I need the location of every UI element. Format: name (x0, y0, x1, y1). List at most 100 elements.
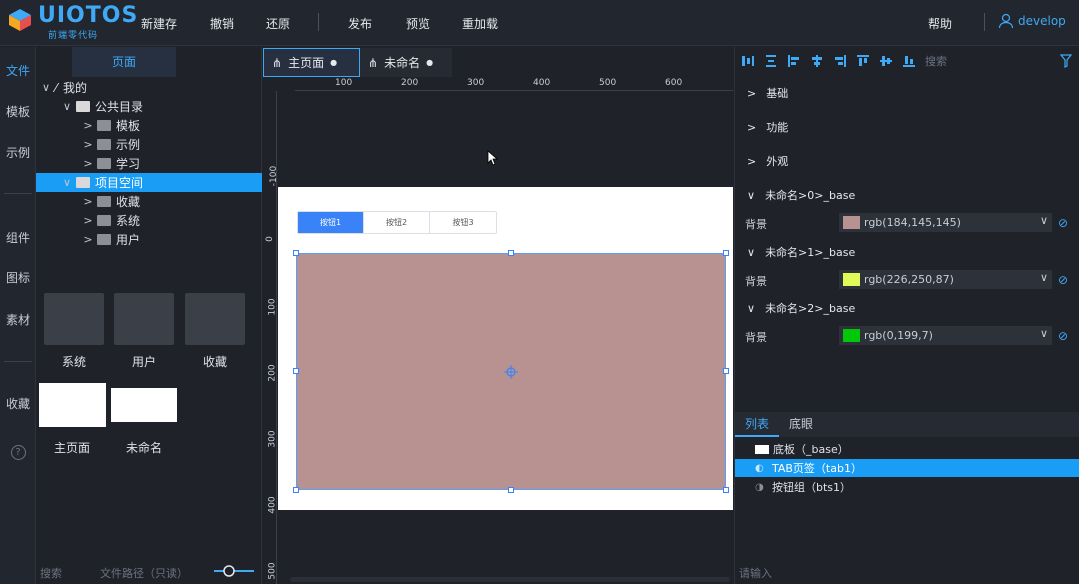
link-icon[interactable]: ⊘ (1058, 329, 1068, 343)
tab-pages[interactable]: 页面 (72, 47, 176, 77)
new-save-button[interactable]: 新建存 (141, 15, 177, 32)
property-search-input[interactable]: 搜索 (925, 53, 947, 69)
resize-handle[interactable] (723, 487, 729, 493)
color-picker-field[interactable]: rgb(184,145,145) ∨ (839, 213, 1052, 232)
zoom-slider[interactable] (214, 565, 254, 577)
tree-item[interactable]: > 模板 (36, 116, 262, 135)
link-icon[interactable]: ⊘ (1058, 273, 1068, 287)
tree-item[interactable]: > 学习 (36, 154, 262, 173)
chevron-down-icon[interactable]: ∨ (40, 81, 52, 94)
ruler-tick: -100 (269, 165, 280, 187)
chevron-down-icon[interactable]: ∨ (1040, 214, 1048, 227)
chevron-right-icon[interactable]: > (82, 233, 94, 246)
align-top-icon[interactable] (856, 54, 870, 68)
section-function[interactable]: > 功能 (747, 119, 788, 135)
section-appearance[interactable]: > 外观 (747, 153, 788, 169)
prop-group-1[interactable]: ∨ 未命名>1>_base (747, 244, 855, 260)
resize-handle[interactable] (508, 250, 514, 256)
chevron-right-icon[interactable]: > (82, 138, 94, 151)
rail-item-files[interactable]: 文件 (0, 62, 36, 79)
align-center-h-icon[interactable] (810, 54, 824, 68)
tab-list[interactable]: 列表 (735, 412, 779, 437)
chevron-down-icon[interactable]: ∨ (61, 100, 73, 113)
align-left-edge-icon[interactable] (787, 54, 801, 68)
tree-item[interactable]: ∨ ⁄ 我的 (36, 78, 262, 97)
resize-handle[interactable] (508, 487, 514, 493)
layer-row-bts1[interactable]: ◑ 按钮组（bts1） (735, 478, 1079, 496)
folder-label-favorites: 收藏 (202, 355, 227, 369)
tab-bottom-view[interactable]: 底眼 (779, 412, 823, 437)
rail-item-favorites[interactable]: 收藏 (0, 395, 36, 412)
search-input[interactable]: 搜索 (40, 565, 62, 581)
chevron-right-icon[interactable]: > (82, 119, 94, 132)
user-menu[interactable]: develop (998, 13, 1066, 29)
folder-thumb-user[interactable] (114, 293, 174, 345)
tree-item[interactable]: > 收藏 (36, 192, 262, 211)
layer-search-input[interactable]: 请输入 (739, 565, 772, 581)
chevron-down-icon[interactable]: ∨ (61, 176, 73, 189)
horizontal-ruler: 100 200 300 400 500 600 (295, 77, 733, 91)
tab-button-1[interactable]: 按钮1 (298, 212, 364, 233)
tree-item[interactable]: > 系统 (36, 211, 262, 230)
rail-item-icons[interactable]: 图标 (0, 269, 36, 286)
page-canvas[interactable]: 按钮1 按钮2 按钮3 (278, 187, 733, 510)
chevron-right-icon[interactable]: > (82, 157, 94, 170)
page-thumb-unnamed[interactable] (111, 388, 177, 422)
prop-group-label: 未命名>1>_base (765, 246, 856, 259)
doc-tab-main[interactable]: ⋔ 主页面 ● (263, 48, 360, 77)
resize-handle[interactable] (293, 250, 299, 256)
preview-button[interactable]: 预览 (406, 15, 430, 32)
color-picker-field[interactable]: rgb(226,250,87) ∨ (839, 270, 1052, 289)
help-link[interactable]: 帮助 (928, 15, 952, 32)
folder-thumb-favorites[interactable] (185, 293, 245, 345)
align-bottom-icon[interactable] (902, 54, 916, 68)
layer-row-tab1[interactable]: ◐ TAB页签（tab1） (735, 459, 1079, 477)
align-left-icon[interactable] (741, 54, 755, 68)
help-icon[interactable]: ? (0, 444, 36, 460)
tree-item[interactable]: > 用户 (36, 230, 262, 249)
page-thumb-main[interactable] (39, 383, 106, 427)
rail-item-assets[interactable]: 素材 (0, 311, 36, 328)
resize-handle[interactable] (293, 368, 299, 374)
doc-tab-unnamed[interactable]: ⋔ 未命名 ● (360, 48, 452, 77)
align-middle-icon[interactable] (879, 54, 893, 68)
reload-button[interactable]: 重加载 (462, 15, 498, 32)
publish-button[interactable]: 发布 (348, 15, 372, 32)
tree-item[interactable]: > 示例 (36, 135, 262, 154)
resize-handle[interactable] (723, 368, 729, 374)
folder-thumb-system[interactable] (44, 293, 104, 345)
move-crosshair-icon[interactable] (504, 365, 518, 379)
left-rail: 文件 模板 示例 组件 图标 素材 收藏 ? (0, 47, 36, 584)
tab-button-3[interactable]: 按钮3 (430, 212, 496, 233)
rail-item-examples[interactable]: 示例 (0, 144, 36, 161)
resize-handle[interactable] (293, 487, 299, 493)
chevron-right-icon[interactable]: > (82, 214, 94, 227)
prop-group-0[interactable]: ∨ 未命名>0>_base (747, 187, 855, 203)
chevron-down-icon[interactable]: ∨ (1040, 271, 1048, 284)
distribute-vertical-icon[interactable] (764, 54, 778, 68)
section-basic[interactable]: > 基础 (747, 85, 788, 101)
rail-item-templates[interactable]: 模板 (0, 103, 36, 120)
tab-button-2[interactable]: 按钮2 (364, 212, 430, 233)
color-swatch[interactable] (843, 329, 860, 342)
color-picker-field[interactable]: rgb(0,199,7) ∨ (839, 326, 1052, 345)
tree-item[interactable]: ∨ 项目空间 (36, 173, 262, 192)
selected-tab-panel[interactable] (293, 250, 729, 493)
filter-icon[interactable] (1060, 54, 1072, 68)
resize-handle[interactable] (723, 250, 729, 256)
chevron-right-icon[interactable]: > (82, 195, 94, 208)
layer-row-base[interactable]: 底板（_base） (735, 440, 1079, 458)
color-swatch[interactable] (843, 273, 860, 286)
horizontal-scrollbar[interactable] (290, 577, 730, 582)
color-swatch[interactable] (843, 216, 860, 229)
link-icon[interactable]: ⊘ (1058, 216, 1068, 230)
chevron-down-icon[interactable]: ∨ (1040, 327, 1048, 340)
tree-item[interactable]: ∨ 公共目录 (36, 97, 262, 116)
undo-button[interactable]: 撤销 (210, 15, 234, 32)
redo-button[interactable]: 还原 (266, 15, 290, 32)
prop-group-2[interactable]: ∨ 未命名>2>_base (747, 300, 855, 316)
section-label: 基础 (766, 87, 789, 100)
tab-widget[interactable]: 按钮1 按钮2 按钮3 (297, 211, 497, 234)
align-right-edge-icon[interactable] (833, 54, 847, 68)
rail-item-components[interactable]: 组件 (0, 229, 36, 246)
